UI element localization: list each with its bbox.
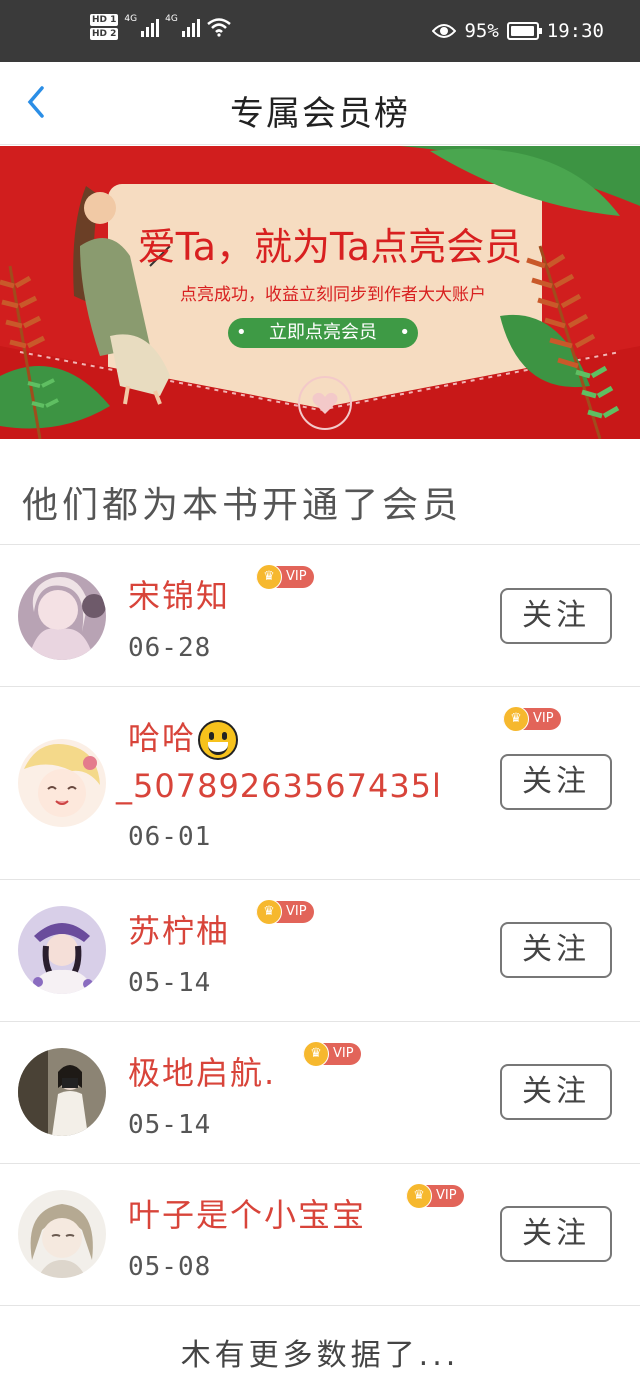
crown-icon: ♛	[503, 706, 529, 732]
follow-button[interactable]: 关注	[500, 754, 612, 810]
member-row: 苏柠柚 ♛ VIP 05-14 关注	[0, 880, 640, 1022]
member-row: 极地启航. ♛ VIP 05-14 关注	[0, 1022, 640, 1164]
vip-badge: ♛ VIP	[256, 564, 314, 590]
follow-button[interactable]: 关注	[500, 922, 612, 978]
crown-icon: ♛	[256, 564, 282, 590]
crown-icon: ♛	[406, 1183, 432, 1209]
avatar[interactable]	[18, 906, 106, 994]
avatar[interactable]	[18, 572, 106, 660]
network-type-1: 4G	[124, 14, 138, 24]
member-date: 06-01	[128, 822, 212, 852]
vip-badge: ♛ VIP	[503, 706, 561, 732]
member-date: 05-14	[128, 1110, 212, 1140]
signal-icon	[181, 17, 200, 37]
member-row: 哈哈 _50789263567435l ♛ VIP 06-01 关注	[0, 687, 640, 880]
status-left: HD 1 HD 2 4G 4G	[90, 14, 232, 40]
vip-badge: ♛ VIP	[256, 899, 314, 925]
activate-vip-button[interactable]: 立即点亮会员	[228, 318, 418, 348]
section-title: 他们都为本书开通了会员	[22, 485, 463, 526]
member-name[interactable]: 苏柠柚	[128, 906, 230, 952]
member-name[interactable]: 叶子是个小宝宝	[128, 1190, 366, 1236]
hd2-label: HD 2	[90, 28, 119, 40]
battery-percent: 95%	[464, 20, 499, 42]
vip-badge: ♛ VIP	[406, 1183, 464, 1209]
vip-promo-banner[interactable]: 爱Ta，就为Ta点亮会员 点亮成功，收益立刻同步到作者大大账户 立即点亮会员	[0, 146, 640, 439]
wifi-icon	[207, 18, 231, 37]
banner-headline: 爱Ta，就为Ta点亮会员	[137, 225, 523, 269]
avatar[interactable]	[18, 1048, 106, 1136]
member-row: 叶子是个小宝宝 ♛ VIP 05-08 关注	[0, 1164, 640, 1306]
avatar[interactable]	[18, 739, 106, 827]
vip-badge-label: VIP	[436, 1188, 457, 1203]
avatar[interactable]	[18, 1190, 106, 1278]
hd-icon: HD 1 HD 2	[90, 14, 119, 40]
signal-icon	[141, 17, 160, 37]
member-name[interactable]: 哈哈	[128, 713, 239, 760]
status-right: 95% 19:30	[432, 20, 604, 42]
member-name[interactable]: 极地启航.	[128, 1048, 276, 1094]
vip-badge-label: VIP	[333, 1046, 354, 1061]
eye-icon	[432, 24, 457, 38]
crown-icon: ♛	[256, 899, 282, 925]
status-bar: HD 1 HD 2 4G 4G 95% 19:30	[0, 0, 640, 62]
heart-seal-icon	[298, 376, 352, 430]
page-title: 专属会员榜	[230, 94, 410, 134]
member-row: 宋锦知 ♛ VIP 06-28 关注	[0, 545, 640, 687]
member-date: 05-14	[128, 968, 212, 998]
follow-button[interactable]: 关注	[500, 1206, 612, 1262]
member-date: 06-28	[128, 633, 212, 663]
follow-button[interactable]: 关注	[500, 588, 612, 644]
member-name-text: 哈哈	[128, 719, 197, 757]
clock: 19:30	[546, 20, 604, 42]
network-type-2: 4G	[165, 14, 178, 24]
nav-bar: 专属会员榜	[0, 62, 640, 145]
vip-badge-label: VIP	[286, 569, 307, 584]
smiley-emoji-icon	[198, 720, 239, 760]
follow-button[interactable]: 关注	[500, 1064, 612, 1120]
member-date: 05-08	[128, 1252, 212, 1282]
battery-icon	[506, 22, 542, 40]
vip-badge-label: VIP	[533, 711, 554, 726]
vip-badge-label: VIP	[286, 904, 307, 919]
list-end-message: 木有更多数据了...	[180, 1338, 460, 1373]
member-name-line2: _50789263567435l	[116, 767, 442, 805]
banner-subtitle: 点亮成功，收益立刻同步到作者大大账户	[180, 285, 486, 305]
hd1-label: HD 1	[90, 14, 119, 26]
crown-icon: ♛	[303, 1041, 329, 1067]
member-name[interactable]: 宋锦知	[128, 571, 230, 617]
vip-badge: ♛ VIP	[303, 1041, 361, 1067]
